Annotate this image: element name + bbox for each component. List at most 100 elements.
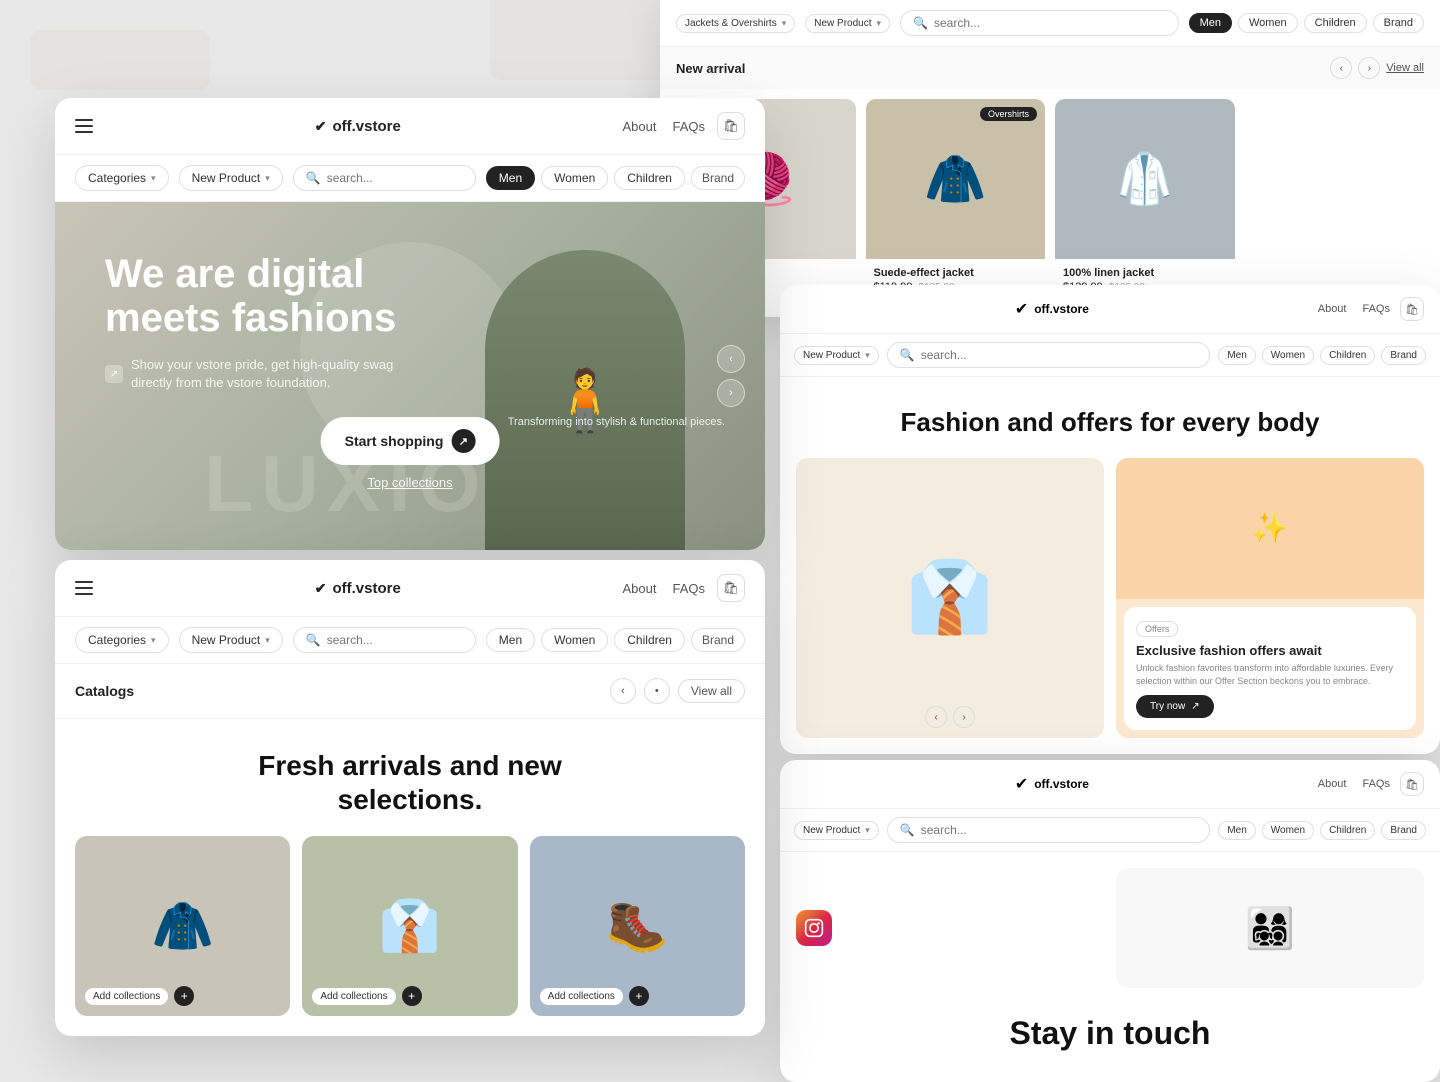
fashion-faqs-link[interactable]: FAQs	[1362, 303, 1390, 315]
catalog-search-input[interactable]	[327, 633, 463, 647]
main-window: ✔ off.vstore About FAQs 🛍 Categories ▾ N…	[55, 98, 765, 550]
social-faqs-link[interactable]: FAQs	[1362, 778, 1390, 790]
social-about-link[interactable]: About	[1318, 778, 1347, 790]
catalog-navigation: ‹ • View all	[610, 678, 745, 704]
main-navbar: ✔ off.vstore About FAQs 🛍	[55, 98, 765, 155]
catalog-card-1[interactable]: 🧥 Add collections +	[75, 836, 290, 1016]
tag-children[interactable]: Children	[614, 166, 685, 190]
catalog-headline: Fresh arrivals and new selections.	[55, 719, 765, 836]
categories-dropdown[interactable]: Categories ▾	[75, 165, 169, 191]
social-tag-women[interactable]: Women	[1262, 821, 1314, 840]
product-search-icon: 🔍	[913, 16, 928, 30]
fashion-tag-women[interactable]: Women	[1262, 346, 1314, 365]
social-tag-brand[interactable]: Brand	[1381, 821, 1426, 840]
top-collections-link[interactable]: Top collections	[367, 475, 452, 490]
instagram-icon[interactable]	[796, 910, 832, 946]
cart-icon[interactable]: 🛍	[717, 112, 745, 140]
plus-icon-3[interactable]: +	[629, 986, 649, 1006]
shirt-next-button[interactable]: ›	[953, 706, 975, 728]
product-tag-women[interactable]: Women	[1238, 13, 1298, 33]
tag-women[interactable]: Women	[541, 166, 608, 190]
catalog-card-2[interactable]: 👔 Add collections +	[302, 836, 517, 1016]
social-tag-children[interactable]: Children	[1320, 821, 1375, 840]
catalog-prev-button[interactable]: ‹	[610, 678, 636, 704]
catalog-tag-children[interactable]: Children	[614, 628, 685, 652]
search-input[interactable]	[327, 171, 463, 185]
product-navbar: Jackets & Overshirts ▾ New Product ▾ 🔍 M…	[660, 0, 1440, 47]
social-search-box: 🔍	[887, 817, 1211, 843]
about-link[interactable]: About	[623, 119, 657, 134]
catalog-about-link[interactable]: About	[623, 581, 657, 596]
catalog-new-product-dropdown[interactable]: New Product ▾	[179, 627, 283, 653]
stay-in-touch-heading: Stay in touch	[780, 1004, 1440, 1062]
hero-title: We are digital meets fashions	[105, 252, 425, 340]
social-search-input[interactable]	[921, 823, 1198, 837]
social-tag-men[interactable]: Men	[1218, 821, 1255, 840]
fashion-search-input[interactable]	[921, 348, 1198, 362]
product-tag-children[interactable]: Children	[1304, 13, 1367, 33]
social-logo: ✔ off.vstore	[796, 774, 1308, 794]
hero-prev-button[interactable]: ‹	[717, 345, 745, 373]
offers-panel-image: ✨	[1116, 458, 1424, 599]
catalog-new-product-label: New Product	[192, 633, 261, 647]
social-right: 👨‍👩‍👧‍👦	[1116, 868, 1424, 988]
product-jackets-dropdown[interactable]: Jackets & Overshirts ▾	[676, 14, 795, 33]
add-collections-badge-2: Add collections	[312, 988, 395, 1005]
fashion-tag-brand[interactable]: Brand	[1381, 346, 1426, 365]
categories-label: Categories	[88, 171, 146, 185]
tag-men[interactable]: Men	[486, 166, 535, 190]
product-card-linen[interactable]: 🥼 100% linen jacket $129.99 $135.99	[1055, 99, 1235, 301]
new-arrival-nav: ‹ › View all	[1330, 57, 1424, 79]
product-new-product-dropdown[interactable]: New Product ▾	[805, 14, 890, 33]
hero-content: We are digital meets fashions ↗ Show you…	[105, 252, 425, 392]
arrival-prev-button[interactable]: ‹	[1330, 57, 1352, 79]
fashion-nav-links: About FAQs	[1318, 303, 1390, 315]
try-now-button[interactable]: Try now ↗	[1136, 695, 1214, 718]
catalog-tag-men[interactable]: Men	[486, 628, 535, 652]
plus-icon-1[interactable]: +	[174, 986, 194, 1006]
faqs-link[interactable]: FAQs	[672, 119, 705, 134]
fashion-logo: ✔ off.vstore	[796, 299, 1308, 319]
product-search-input[interactable]	[934, 16, 1166, 30]
catalog-nav-links: About FAQs	[623, 581, 706, 596]
fashion-tag-children[interactable]: Children	[1320, 346, 1375, 365]
catalog-headline-line2: selections.	[338, 784, 483, 815]
catalog-tag-women[interactable]: Women	[541, 628, 608, 652]
social-cart-icon[interactable]: 🛍	[1400, 772, 1424, 796]
fashion-cart-icon[interactable]: 🛍	[1400, 297, 1424, 321]
catalog-cart-icon[interactable]: 🛍	[717, 574, 745, 602]
menu-icon[interactable]	[75, 119, 93, 133]
catalog-card-3[interactable]: 🥾 Add collections +	[530, 836, 745, 1016]
overshirts-badge: Overshirts	[980, 107, 1037, 121]
product-card-jacket[interactable]: 🧥 Overshirts Suede-effect jacket $119.99…	[866, 99, 1046, 301]
social-new-product-dropdown[interactable]: New Product ▾	[794, 821, 879, 840]
view-all-button[interactable]: View all	[678, 679, 745, 703]
social-chevron: ▾	[865, 825, 870, 836]
arrival-view-all[interactable]: View all	[1386, 62, 1424, 74]
new-product-dropdown[interactable]: New Product ▾	[179, 165, 283, 191]
shirt-prev-button[interactable]: ‹	[925, 706, 947, 728]
hero-subtitle-row: ↗ Show your vstore pride, get high-quali…	[105, 356, 425, 392]
plus-icon-2[interactable]: +	[402, 986, 422, 1006]
catalog-categories-dropdown[interactable]: Categories ▾	[75, 627, 169, 653]
tag-brand[interactable]: Brand	[691, 166, 745, 190]
start-shopping-button[interactable]: Start shopping ↗	[321, 417, 500, 465]
product-tag-men[interactable]: Men	[1189, 13, 1232, 33]
product-tag-brand[interactable]: Brand	[1373, 13, 1424, 33]
fashion-tag-buttons: Men Women Children Brand	[1218, 346, 1426, 365]
arrival-next-button[interactable]: ›	[1358, 57, 1380, 79]
brand-name: off.vstore	[332, 118, 400, 135]
shirt-panel: 👔 ‹ ›	[796, 458, 1104, 738]
fashion-tag-men[interactable]: Men	[1218, 346, 1255, 365]
fashion-about-link[interactable]: About	[1318, 303, 1347, 315]
catalog-tag-buttons: Men Women Children Brand	[486, 628, 745, 652]
logo-checkmark: ✔	[315, 118, 327, 135]
catalog-dots-button[interactable]: •	[644, 678, 670, 704]
catalog-chevron-icon-2: ▾	[265, 635, 270, 646]
catalog-tag-brand[interactable]: Brand	[691, 628, 745, 652]
hero-next-button[interactable]: ›	[717, 379, 745, 407]
fashion-new-product-dropdown[interactable]: New Product ▾	[794, 346, 879, 365]
catalog-menu-icon[interactable]	[75, 581, 93, 595]
social-logo-checkmark: ✔	[1015, 774, 1028, 794]
catalog-faqs-link[interactable]: FAQs	[672, 581, 705, 596]
